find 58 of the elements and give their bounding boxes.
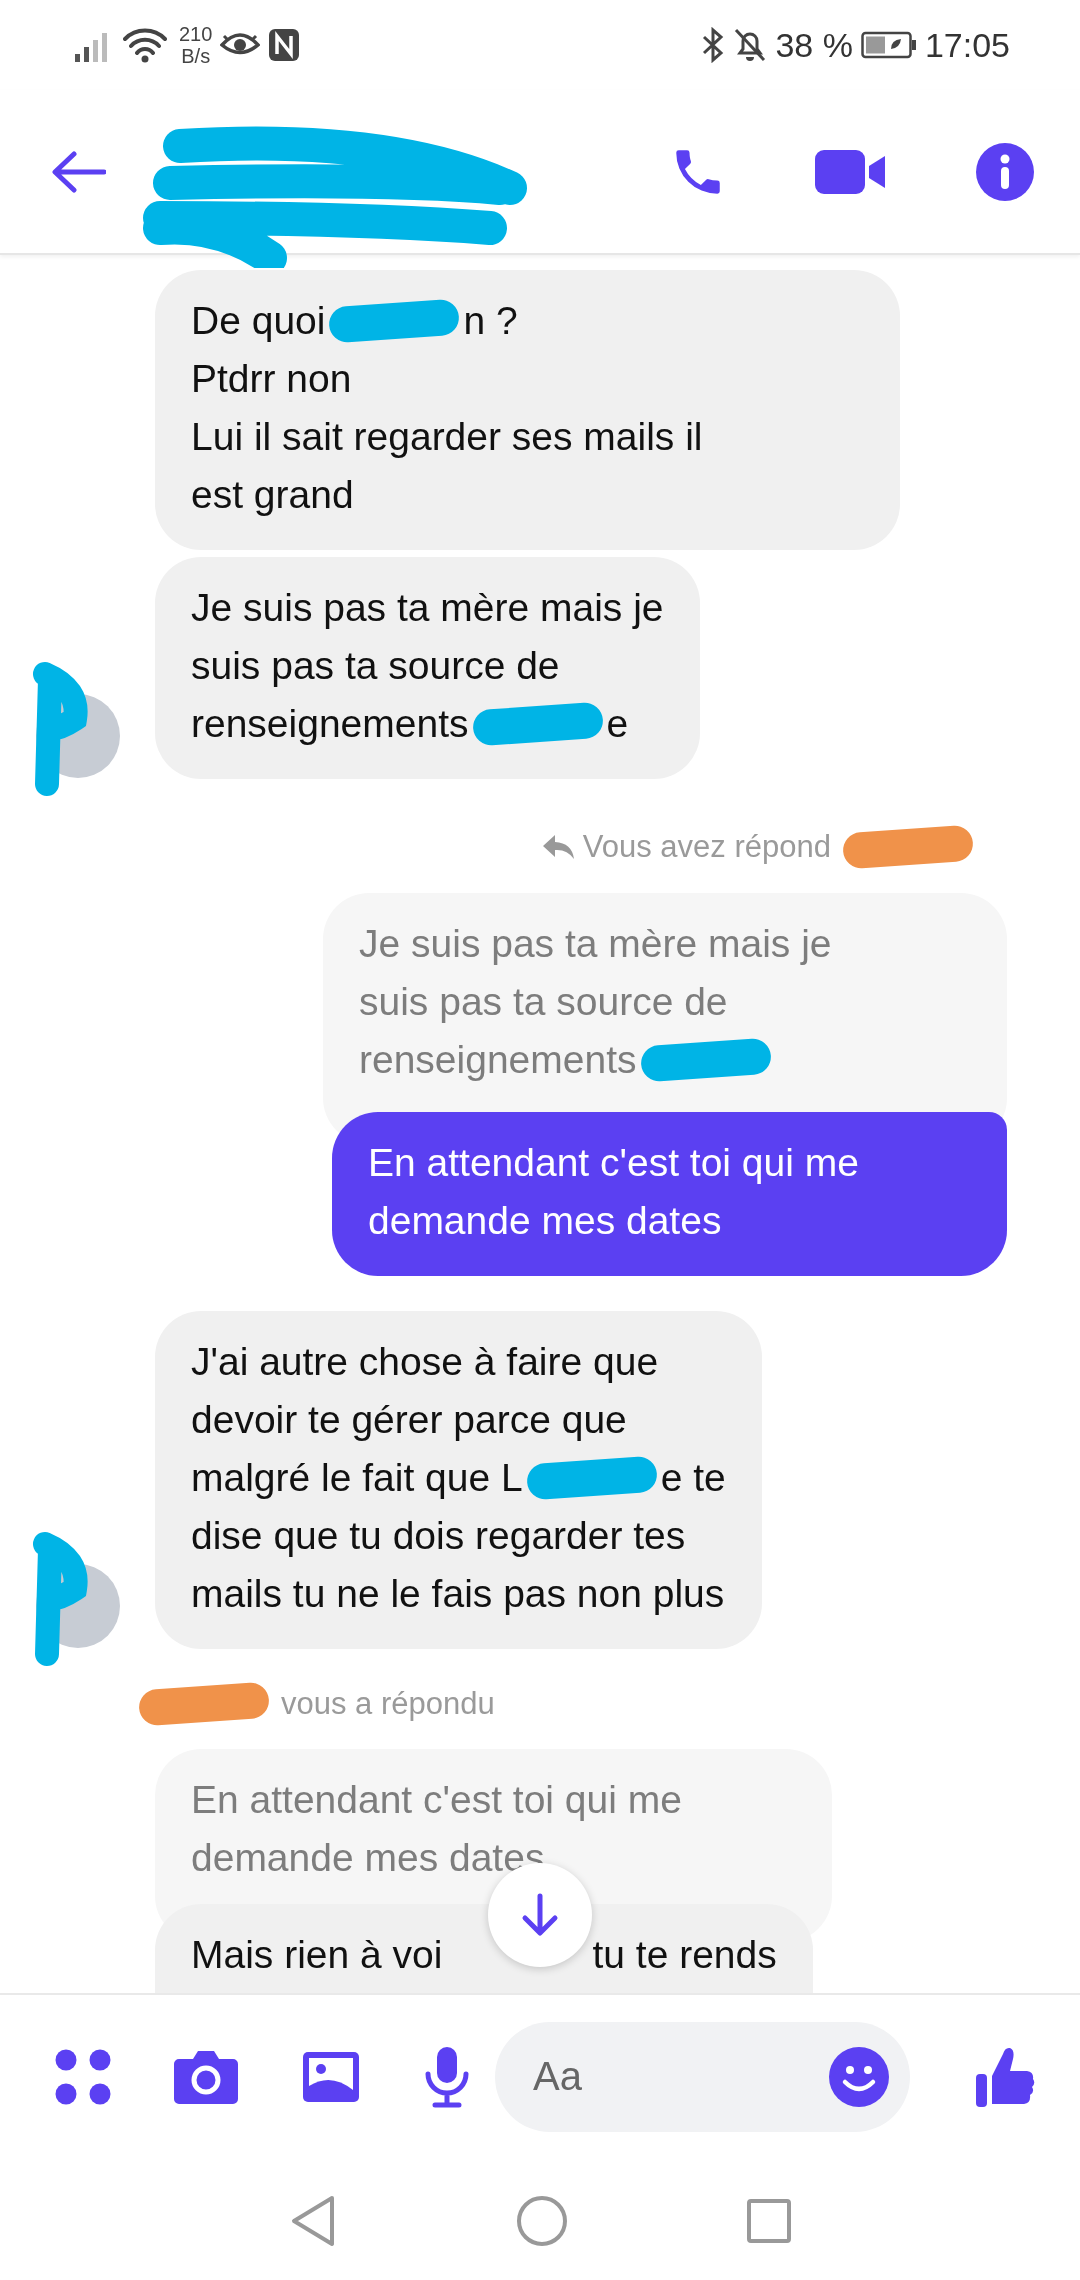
camera-icon: [173, 2048, 239, 2105]
message-text: Je suis pas ta mère mais je: [359, 920, 832, 967]
four-dots-icon: [55, 2048, 111, 2105]
message-text: Vous avez répond: [582, 828, 831, 866]
network-speed: 210: [179, 23, 213, 45]
network-unit: B/s: [180, 45, 212, 67]
info-icon: [975, 141, 1035, 202]
battery-icon: [860, 31, 917, 59]
battery-percentage: 38 %: [775, 24, 853, 66]
thumbs-up-icon: [975, 2045, 1035, 2108]
message-text: tu te rends: [592, 1932, 777, 1978]
video-call-button[interactable]: [815, 147, 887, 196]
microphone-button[interactable]: [423, 2045, 471, 2108]
image-icon: [301, 2049, 361, 2104]
home-nav-button[interactable]: [516, 2194, 568, 2247]
message-text: e: [606, 701, 629, 747]
bell-muted-icon: [733, 27, 768, 63]
down-arrow-icon: [520, 1893, 560, 1937]
message-text: mails tu ne le fais pas non plus: [191, 1570, 725, 1617]
message-text: En attendant c'est toi qui me: [191, 1777, 682, 1823]
gallery-button[interactable]: [301, 2049, 361, 2104]
message-text: vous a répondu: [281, 1684, 495, 1723]
like-button[interactable]: [975, 2045, 1035, 2108]
message-text: De quoi: [191, 298, 326, 344]
message-text: En attendant c'est toi qui me: [368, 1139, 859, 1186]
message-text: est grand: [191, 472, 354, 518]
message-text: Mais rien à voi: [191, 1932, 443, 1978]
emoji-button[interactable]: [828, 2045, 890, 2108]
recents-nav-button[interactable]: [746, 2197, 792, 2244]
message-text: renseignements: [191, 701, 469, 747]
message-text: J'ai autre chose à faire que: [191, 1338, 659, 1385]
bluetooth-icon: [701, 27, 726, 63]
message-text: Ptdrr non: [191, 356, 352, 402]
message-text: malgré le fait que L: [191, 1454, 523, 1501]
clock: 17:05: [924, 24, 1010, 66]
apps-button[interactable]: [55, 2048, 111, 2105]
square-icon: [746, 2197, 792, 2244]
back-arrow-icon: [50, 149, 106, 194]
camera-button[interactable]: [173, 2048, 239, 2105]
video-camera-icon: [815, 147, 887, 196]
message-text: e te: [660, 1454, 726, 1501]
message-text: Je suis pas ta mère mais je: [191, 585, 664, 631]
nfc-icon: [268, 28, 301, 62]
message-text: demande mes dates: [368, 1197, 722, 1244]
info-button[interactable]: [975, 141, 1035, 202]
message-text: renseignements: [359, 1036, 637, 1083]
back-button[interactable]: [50, 149, 106, 194]
message-text: devoir te gérer parce que: [191, 1396, 627, 1443]
circle-icon: [516, 2194, 568, 2247]
message-text: dise que tu dois regarder tes: [191, 1512, 686, 1559]
message-text: Lui il sait regarder ses mails il: [191, 414, 703, 460]
message-text: n ?: [463, 298, 518, 344]
smiley-icon: [828, 2045, 890, 2108]
wifi-icon: [123, 27, 167, 63]
microphone-icon: [423, 2045, 471, 2108]
message-text: suis pas ta source de: [191, 643, 560, 689]
message-text: suis pas ta source de: [359, 978, 728, 1025]
message-field[interactable]: Aa: [495, 2021, 910, 2132]
